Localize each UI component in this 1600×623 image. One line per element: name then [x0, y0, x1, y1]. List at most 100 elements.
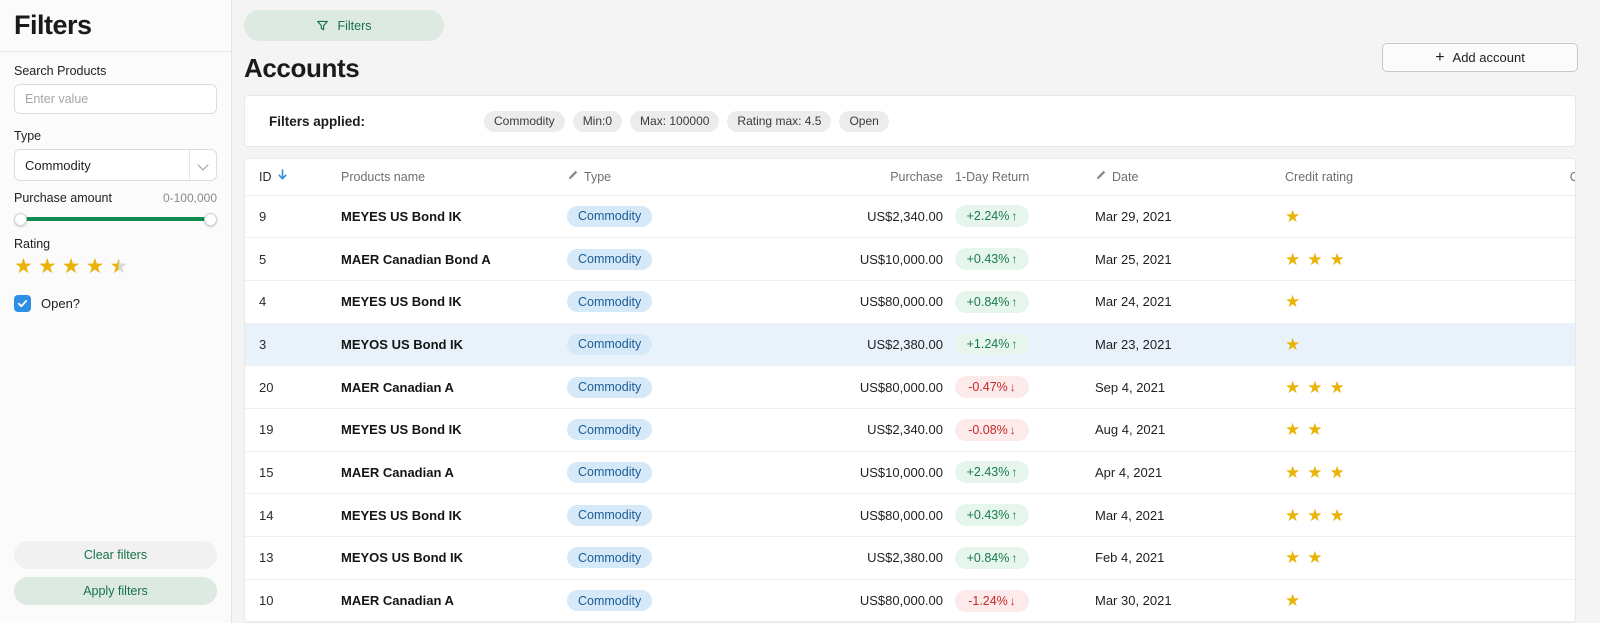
rating-star[interactable]: ★ — [14, 256, 33, 277]
cell-open — [1525, 365, 1575, 409]
cell-purchase: US$2,340.00 — [769, 195, 955, 239]
column-header-open[interactable]: Open — [1525, 159, 1575, 196]
cell-credit-rating: ★ ★ — [1285, 536, 1525, 580]
table-row[interactable]: 9 MEYES US Bond IK Commodity US$2,340.00 +2.… — [245, 195, 1575, 239]
cell-open: ✓ — [1525, 280, 1575, 324]
filters-toggle-button[interactable]: Filters — [244, 10, 444, 41]
open-checkbox[interactable] — [14, 295, 31, 312]
column-header-credit-rating[interactable]: Credit rating — [1285, 159, 1525, 196]
filter-chip[interactable]: Max: 100000 — [630, 110, 720, 132]
column-header-id-label: ID — [259, 169, 272, 184]
open-checkbox-row[interactable]: Open? — [14, 295, 217, 312]
credit-rating-stars: ★ ★ ★ — [1285, 251, 1525, 268]
filter-chip[interactable]: Rating max: 4.5 — [727, 110, 832, 132]
app-root: Filters Search Products Type Commodity P… — [0, 0, 1600, 623]
column-header-type-label: Type — [584, 169, 612, 184]
table-row[interactable]: 4 MEYES US Bond IK Commodity US$80,000.00 +0… — [245, 280, 1575, 324]
cell-credit-rating: ★ — [1285, 195, 1525, 239]
chevron-down-icon[interactable] — [190, 161, 216, 170]
main-content: Filters Accounts + Add account Filters a… — [232, 0, 1600, 623]
return-value: +0.84% — [966, 294, 1010, 309]
column-header-type[interactable]: Type — [567, 159, 769, 196]
filters-sidebar: Filters Search Products Type Commodity P… — [0, 0, 232, 623]
cell-type: Commodity — [567, 408, 769, 452]
credit-rating-star: ★ — [1285, 292, 1301, 312]
cell-purchase: US$10,000.00 — [769, 451, 955, 495]
cell-return: +2.24% ↑ — [955, 195, 1085, 239]
cell-type: Commodity — [567, 493, 769, 537]
type-badge: Commodity — [567, 376, 653, 398]
column-header-purchase-label: Purchase — [890, 169, 943, 184]
table-row[interactable]: 10 MAER Canadian A Commodity US$80,000.00 -1… — [245, 579, 1575, 623]
credit-rating-star: ★ — [1307, 249, 1323, 269]
rating-star[interactable]: ★ — [62, 256, 81, 277]
slider-handle-max[interactable] — [204, 212, 217, 226]
filter-chip[interactable]: Min:0 — [572, 110, 623, 132]
credit-rating-star: ★ — [1285, 334, 1301, 354]
cell-credit-rating: ★ — [1285, 323, 1525, 367]
credit-rating-stars: ★ — [1285, 293, 1525, 310]
return-value: -0.47% — [968, 380, 1008, 395]
cell-id: 4 — [245, 280, 341, 324]
cell-date: Mar 24, 2021 — [1085, 280, 1285, 324]
credit-rating-stars: ★ ★ ★ — [1285, 507, 1525, 524]
type-badge: Commodity — [567, 205, 653, 227]
type-select[interactable]: Commodity — [14, 149, 217, 181]
cell-return: +0.43% ↑ — [955, 493, 1085, 537]
cell-credit-rating: ★ ★ ★ — [1285, 365, 1525, 409]
rating-stars[interactable]: ★ ★ ★ ★ ★ — [14, 256, 217, 277]
cell-id: 20 — [245, 365, 341, 409]
plus-icon: + — [1435, 48, 1445, 66]
table-row[interactable]: 3 MEYOS US Bond IK Commodity US$2,380.00 +1.… — [245, 323, 1575, 367]
cell-open: ✓ — [1525, 536, 1575, 580]
cell-id: 10 — [245, 579, 341, 623]
sort-desc-icon[interactable] — [277, 169, 288, 184]
cell-date: Mar 23, 2021 — [1085, 323, 1285, 367]
purchase-amount-range: 0-100,000 — [162, 191, 217, 205]
purchase-amount-slider[interactable] — [14, 211, 217, 227]
cell-date: Mar 25, 2021 — [1085, 237, 1285, 281]
column-header-date[interactable]: Date — [1085, 159, 1285, 196]
column-header-return[interactable]: 1-Day Return — [955, 159, 1085, 196]
cell-id: 14 — [245, 493, 341, 537]
filter-chip[interactable]: Commodity — [484, 110, 565, 132]
table-row[interactable]: 20 MAER Canadian A Commodity US$80,000.00 -0… — [245, 365, 1575, 409]
clear-filters-button[interactable]: Clear filters — [14, 541, 217, 569]
type-badge: Commodity — [567, 333, 653, 355]
credit-rating-star: ★ — [1285, 206, 1301, 226]
table-row[interactable]: 5 MAER Canadian Bond A Commodity US$10,000.… — [245, 237, 1575, 281]
search-input[interactable] — [14, 84, 217, 114]
credit-rating-star: ★ — [1285, 591, 1301, 611]
table-row[interactable]: 13 MEYOS US Bond IK Commodity US$2,380.00 +0… — [245, 536, 1575, 580]
add-account-label: Add account — [1452, 50, 1525, 65]
table-header-row: ID Products name Type Purchase 1-Day Ret… — [245, 159, 1575, 196]
rating-star[interactable]: ★ — [109, 256, 128, 277]
column-header-products-name[interactable]: Products name — [341, 159, 567, 196]
cell-credit-rating: ★ ★ ★ — [1285, 493, 1525, 537]
cell-open: ✓ — [1525, 195, 1575, 239]
cell-return: +0.84% ↑ — [955, 280, 1085, 324]
table-row[interactable]: 15 MAER Canadian A Commodity US$10,000.00 +2… — [245, 451, 1575, 495]
table-head: ID Products name Type Purchase 1-Day Ret… — [245, 159, 1575, 196]
add-account-button[interactable]: + Add account — [1382, 43, 1578, 72]
type-select-value: Commodity — [25, 157, 91, 173]
credit-rating-stars: ★ — [1285, 336, 1525, 353]
filter-chip[interactable]: Open — [839, 110, 889, 132]
column-header-purchase[interactable]: Purchase — [769, 159, 955, 196]
table-row[interactable]: 19 MEYES US Bond IK Commodity US$2,340.00 -0… — [245, 408, 1575, 452]
column-header-id[interactable]: ID — [245, 159, 341, 196]
sidebar-header: Filters — [0, 0, 231, 52]
apply-filters-button[interactable]: Apply filters — [14, 577, 217, 605]
slider-handle-min[interactable] — [14, 212, 27, 226]
accounts-table: ID Products name Type Purchase 1-Day Ret… — [245, 159, 1575, 623]
credit-rating-star: ★ — [1307, 377, 1323, 397]
cell-type: Commodity — [567, 195, 769, 239]
cell-purchase: US$10,000.00 — [769, 237, 955, 281]
table-row[interactable]: 14 MEYES US Bond IK Commodity US$80,000.00 +… — [245, 493, 1575, 537]
arrow-up-icon: ↑ — [1011, 465, 1018, 480]
credit-rating-stars: ★ ★ — [1285, 549, 1525, 566]
rating-star[interactable]: ★ — [85, 256, 104, 277]
rating-star[interactable]: ★ — [38, 256, 57, 277]
cell-date: Mar 30, 2021 — [1085, 579, 1285, 623]
arrow-down-icon: ↓ — [1009, 422, 1016, 437]
